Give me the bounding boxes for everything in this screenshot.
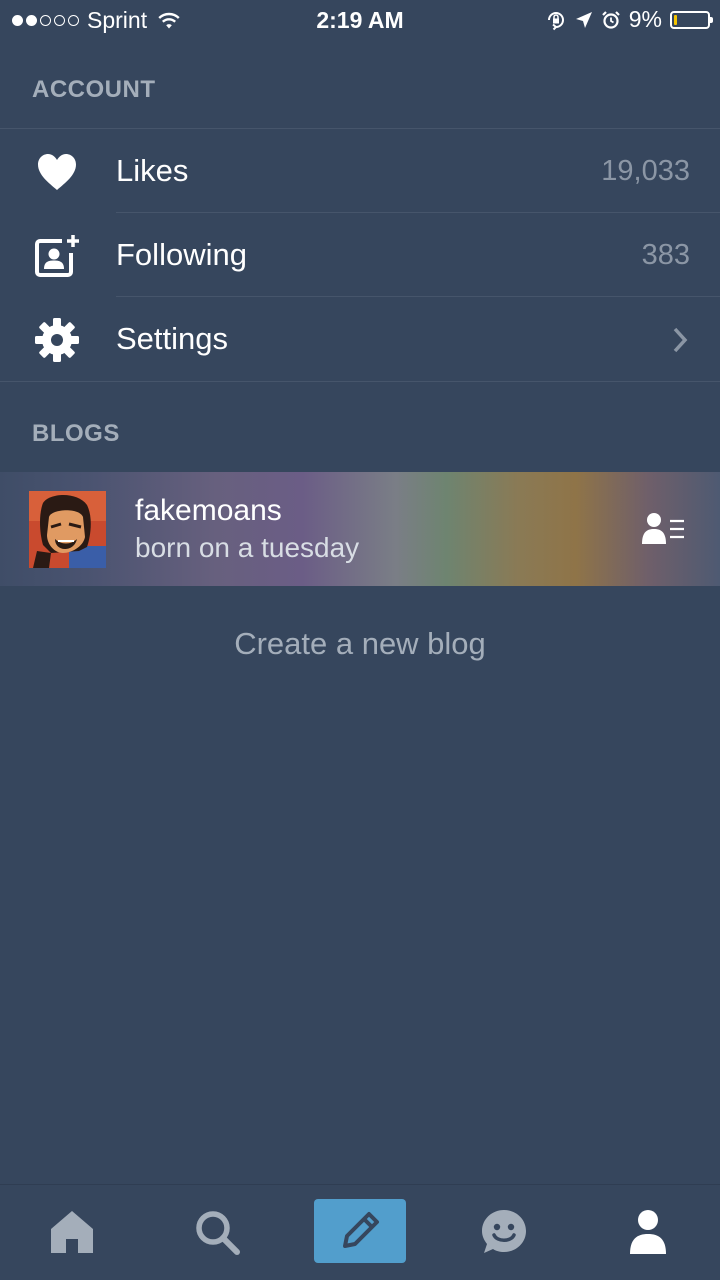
tab-bar [0, 1184, 720, 1280]
account-icon[interactable] [623, 1207, 673, 1257]
messaging-icon[interactable] [479, 1207, 529, 1257]
blog-avatar[interactable] [29, 491, 106, 568]
battery-level [674, 14, 677, 25]
rotation-lock-icon [547, 11, 564, 30]
home-icon[interactable] [47, 1207, 97, 1257]
blog-switch-icon[interactable] [642, 512, 686, 546]
compose-button[interactable] [314, 1199, 406, 1263]
avatar-image [29, 491, 106, 568]
battery-icon [670, 10, 713, 29]
gear-icon [35, 318, 79, 362]
alarm-icon [601, 10, 620, 29]
location-icon [575, 11, 592, 28]
following-row[interactable]: Following 383 [0, 213, 720, 297]
settings-row[interactable]: Settings [0, 297, 720, 381]
following-label: Following [116, 237, 247, 272]
compose-icon [343, 1212, 379, 1248]
following-icon [35, 235, 79, 277]
chevron-right-icon [673, 327, 688, 353]
likes-row[interactable]: Likes 19,033 [0, 129, 720, 213]
likes-count: 19,033 [601, 155, 690, 187]
blog-row[interactable]: fakemoans born on a tuesday [0, 472, 720, 586]
create-blog-button[interactable]: Create a new blog [0, 626, 720, 662]
search-icon[interactable] [192, 1207, 242, 1257]
status-bar: Sprint 2:19 AM 9% [0, 0, 720, 40]
blog-description: born on a tuesday [135, 532, 360, 563]
battery-percent: 9% [628, 6, 662, 32]
account-section-header: ACCOUNT [32, 76, 156, 103]
likes-label: Likes [116, 153, 189, 188]
settings-label: Settings [116, 321, 229, 356]
blog-name: fakemoans [135, 494, 282, 527]
divider [0, 381, 720, 382]
heart-icon [38, 154, 76, 190]
blogs-section-header: BLOGS [32, 420, 120, 447]
following-count: 383 [641, 239, 690, 271]
status-right: 9% [545, 6, 713, 33]
